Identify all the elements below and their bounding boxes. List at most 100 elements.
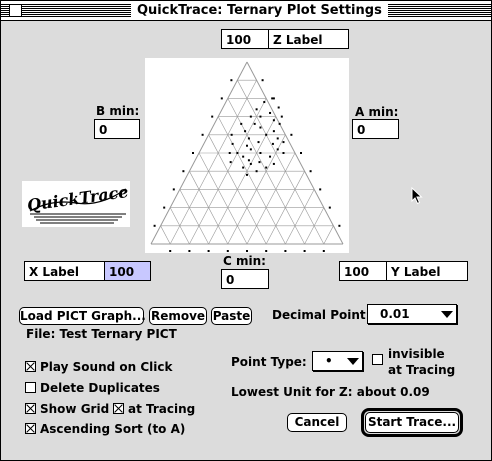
a-min-label: A min: bbox=[355, 105, 399, 119]
z-label-field[interactable]: Z Label bbox=[268, 29, 349, 49]
point-type-popup[interactable]: • bbox=[312, 351, 363, 371]
paste-button[interactable]: Paste bbox=[211, 307, 252, 325]
decimal-point-value: 0.01 bbox=[380, 307, 410, 321]
ascending-sort-label: Ascending Sort (to A) bbox=[40, 422, 186, 436]
data-point bbox=[246, 144, 248, 147]
remove-button[interactable]: Remove bbox=[149, 307, 207, 325]
chevron-down-icon bbox=[441, 311, 453, 318]
play-sound-checkbox[interactable] bbox=[25, 361, 36, 372]
data-point bbox=[255, 108, 258, 111]
data-point bbox=[246, 173, 248, 176]
decimal-point-popup[interactable]: 0.01 bbox=[367, 304, 457, 324]
data-point bbox=[282, 152, 285, 154]
tick-mark bbox=[207, 250, 210, 252]
data-point bbox=[259, 115, 262, 118]
load-pict-button[interactable]: Load PICT Graph... bbox=[19, 307, 146, 325]
tick-mark bbox=[309, 170, 312, 173]
tick-mark bbox=[211, 115, 214, 118]
data-point bbox=[247, 137, 250, 140]
data-point bbox=[272, 130, 275, 133]
data-point bbox=[236, 152, 239, 154]
show-grid-checkbox[interactable] bbox=[25, 403, 36, 414]
x-value-field[interactable]: 100 bbox=[104, 261, 151, 281]
show-grid-label: Show Grid bbox=[40, 402, 110, 416]
tick-mark bbox=[265, 250, 268, 252]
data-point bbox=[247, 159, 250, 162]
data-point bbox=[265, 133, 268, 136]
tick-mark bbox=[163, 206, 166, 209]
data-point bbox=[265, 166, 268, 169]
grid-at-tracing-checkbox[interactable] bbox=[113, 403, 124, 414]
tick-mark bbox=[226, 250, 229, 252]
data-point bbox=[242, 166, 245, 169]
data-point bbox=[258, 161, 261, 164]
b-min-field[interactable]: 0 bbox=[94, 119, 140, 139]
data-point bbox=[269, 155, 272, 158]
z-value-field[interactable]: 100 bbox=[221, 29, 269, 49]
data-point bbox=[240, 122, 243, 125]
tick-mark bbox=[280, 115, 283, 118]
tick-mark bbox=[284, 250, 287, 252]
tick-mark bbox=[290, 133, 293, 136]
data-point bbox=[231, 142, 234, 145]
c-min-label: C min: bbox=[223, 254, 266, 268]
data-point bbox=[255, 170, 258, 173]
start-trace-button[interactable]: Start Trace... bbox=[365, 412, 459, 433]
tick-mark bbox=[182, 170, 185, 173]
decimal-point-label: Decimal Point: bbox=[272, 308, 371, 322]
title-bar[interactable]: QuickTrace: Ternary Plot Settings bbox=[1, 1, 491, 21]
data-point bbox=[271, 142, 274, 145]
invisible-label: invisible bbox=[388, 347, 445, 361]
data-point bbox=[272, 119, 275, 122]
settings-window: QuickTrace: Ternary Plot Settings 100 Z … bbox=[0, 0, 492, 461]
tick-mark bbox=[230, 79, 233, 82]
c-min-field[interactable]: 0 bbox=[221, 269, 269, 289]
chevron-down-icon bbox=[347, 358, 359, 365]
point-type-label: Point Type: bbox=[231, 355, 307, 369]
tick-mark bbox=[192, 152, 194, 154]
b-min-label: B min: bbox=[96, 104, 140, 118]
at-tracing-label: at Tracing bbox=[388, 363, 456, 377]
data-point bbox=[277, 106, 280, 109]
data-point bbox=[272, 97, 275, 100]
close-box-icon[interactable] bbox=[9, 4, 22, 17]
invisible-at-tracing-checkbox[interactable] bbox=[372, 354, 383, 365]
data-point bbox=[276, 148, 279, 151]
delete-duplicates-label: Delete Duplicates bbox=[40, 381, 160, 395]
plot-background bbox=[145, 58, 349, 253]
tick-mark bbox=[261, 79, 264, 82]
ascending-sort-checkbox[interactable] bbox=[25, 423, 36, 434]
mouse-pointer-icon bbox=[411, 187, 423, 205]
data-point bbox=[259, 126, 262, 129]
tick-mark bbox=[201, 133, 204, 136]
tick-mark bbox=[188, 250, 191, 252]
data-point bbox=[257, 141, 260, 144]
tick-mark bbox=[169, 250, 172, 252]
a-min-field[interactable]: 0 bbox=[352, 119, 399, 139]
play-sound-label: Play Sound on Click bbox=[40, 360, 173, 374]
cancel-button[interactable]: Cancel bbox=[287, 413, 347, 432]
data-point bbox=[276, 137, 279, 140]
data-point bbox=[259, 152, 262, 154]
tick-mark bbox=[172, 188, 175, 191]
tick-mark bbox=[303, 250, 306, 252]
data-point bbox=[263, 101, 266, 104]
data-point bbox=[272, 162, 275, 165]
tick-mark bbox=[319, 188, 322, 191]
tick-mark bbox=[153, 224, 156, 227]
tick-mark bbox=[322, 250, 325, 252]
data-point bbox=[249, 148, 252, 151]
y-value-field[interactable]: 100 bbox=[339, 261, 387, 281]
ternary-plot bbox=[145, 58, 349, 253]
data-point bbox=[242, 155, 245, 158]
y-label-field[interactable]: Y Label bbox=[386, 261, 468, 281]
data-point bbox=[244, 130, 247, 133]
tick-mark bbox=[246, 250, 248, 252]
window-title: QuickTrace: Ternary Plot Settings bbox=[131, 2, 388, 19]
data-point bbox=[249, 162, 252, 165]
grid-at-tracing-label: at Tracing bbox=[128, 402, 196, 416]
x-label-field[interactable]: X Label bbox=[24, 261, 105, 281]
delete-duplicates-checkbox[interactable] bbox=[25, 382, 36, 393]
data-point bbox=[230, 133, 233, 136]
data-point bbox=[269, 111, 272, 114]
